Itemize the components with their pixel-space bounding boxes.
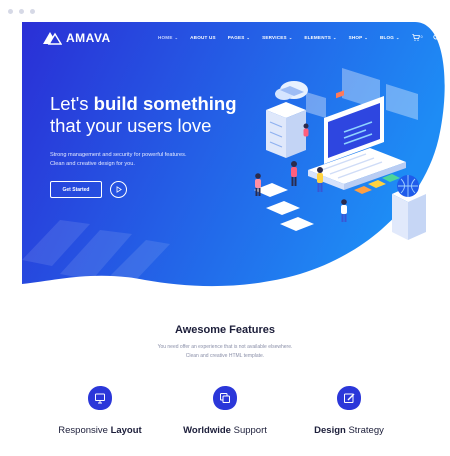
feature-worldwide-support[interactable]: Worldwide Support [160,385,290,436]
chevron-down-icon: ⌄ [333,34,337,40]
monitor-icon [88,386,112,410]
nav-item-services[interactable]: SERVICES ⌄ [262,35,292,40]
chevron-down-icon: ⌄ [246,34,251,40]
copy-icon [213,386,237,410]
window-dot-icon [30,9,35,14]
feature-label: Responsive Layout [58,425,142,436]
search-button[interactable] [432,33,440,41]
brand-name: AMAVA [66,31,111,45]
feature-label: Worldwide Support [183,425,267,436]
chevron-down-icon: ⌄ [396,34,400,40]
nav-item-elements[interactable]: ELEMENTS ⌄ [304,35,336,40]
hero-title-bold: build something [93,93,237,114]
chevron-down-icon: ⌄ [174,34,179,40]
nav-item-shop[interactable]: SHOP ⌄ [349,35,368,40]
chevron-down-icon: ⌄ [364,34,368,40]
cart-button[interactable]: 0 [411,33,423,41]
nav-item-about-us[interactable]: ABOUT US [190,35,216,40]
feature-icon-badge [212,385,238,411]
search-icon [432,33,440,41]
chevron-down-icon: ⌄ [288,34,293,40]
cart-icon [411,33,420,41]
feature-label: Design Strategy [314,425,384,436]
play-video-button[interactable] [110,181,127,198]
hero-illustration [254,68,426,240]
feature-icon-badge [336,385,362,411]
features-subtitle: You need offer an experience that is not… [157,344,293,359]
window-dot-icon [8,9,13,14]
window-chrome [0,0,450,22]
window-dot-icon [19,9,24,14]
nav-item-pages[interactable]: PAGES ⌄ [228,35,250,40]
logo-mark-icon [43,32,62,45]
cart-count-badge: 0 [420,35,423,39]
decorative-shapes [22,220,170,280]
nav-item-home[interactable]: HOME ⌄ [158,35,178,40]
nav-item-blog[interactable]: BLOG ⌄ [380,35,400,40]
play-icon [116,186,122,193]
features-title: Awesome Features [174,324,276,336]
brand-logo[interactable]: AMAVA [42,31,111,45]
get-started-button[interactable]: Get Started [50,181,102,198]
feature-responsive-layout[interactable]: Responsive Layout [35,385,165,436]
feature-icon-badge [87,385,113,411]
hero-subtitle: Strong management and security for power… [50,152,187,167]
edit-icon [337,386,361,410]
feature-design-strategy[interactable]: Design Strategy [284,385,414,436]
main-nav: HOME ⌄ ABOUT US PAGES ⌄ SERVICES ⌄ ELEMENTS… [158,32,450,42]
